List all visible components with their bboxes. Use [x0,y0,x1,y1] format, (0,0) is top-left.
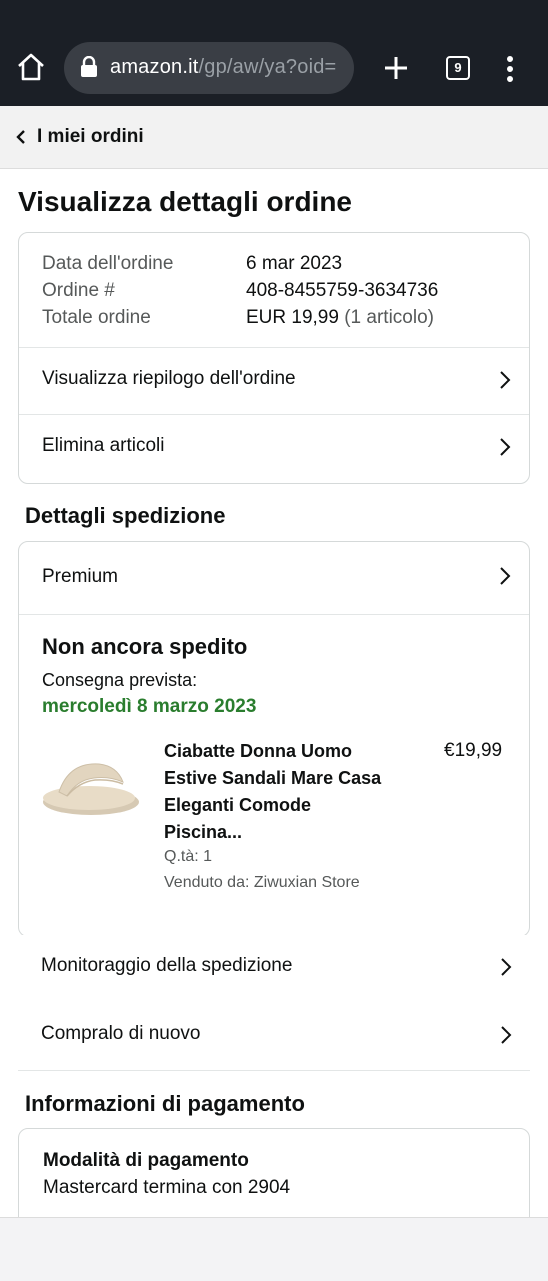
delete-items-label: Elimina articoli [42,435,165,456]
url-bar[interactable]: amazon.it/gp/aw/ya?oid= [64,42,354,94]
buy-again-label: Compralo di nuovo [41,1023,201,1044]
delete-items-link[interactable]: Elimina articoli [19,415,529,481]
shipping-method: Premium [42,566,119,587]
payment-method-label: Modalità di pagamento [43,1150,249,1171]
url-path: /gp/aw/ya?oid= [198,56,337,78]
shipment-status: Non ancora spedito [42,634,248,659]
chevron-right-icon [500,567,511,585]
view-summary-link[interactable]: Visualizza riepilogo dell'ordine [19,348,529,414]
track-shipment-label: Monitoraggio della spedizione [41,955,293,976]
delivery-label: Consegna prevista: [42,670,198,690]
chevron-right-icon [501,958,512,976]
divider [18,1070,530,1071]
tabs-icon[interactable]: 9 [446,56,470,80]
shipping-section-title: Dettagli spedizione [25,503,226,528]
back-label: I miei ordini [37,126,144,147]
product-seller: Venduto da: Ziwuxian Store [164,874,360,891]
total-items: (1 articolo) [344,307,434,328]
payment-method-value: Mastercard termina con 2904 [43,1177,291,1198]
payment-section-title: Informazioni di pagamento [25,1091,305,1116]
tab-count: 9 [454,60,462,75]
chevron-right-icon [501,1026,512,1044]
chevron-right-icon [500,438,511,456]
more-icon[interactable] [503,55,517,83]
url-text[interactable]: amazon.it/gp/aw/ya?oid= [110,56,336,79]
order-date-value: 6 mar 2023 [246,253,343,274]
order-total-value: EUR 19,99 (1 articolo) [246,307,434,329]
product-qty: Q.tà: 1 [164,848,213,865]
product-title[interactable]: Ciabatte Donna Uomo Estive Sandali Mare … [164,738,394,846]
buy-again-link[interactable]: Compralo di nuovo [18,1003,530,1069]
back-to-orders[interactable]: I miei ordini [0,106,548,169]
page-title: Visualizza dettagli ordine [18,186,353,217]
lock-icon [81,56,97,77]
shipping-method-row[interactable]: Premium [19,542,529,614]
browser-toolbar: amazon.it/gp/aw/ya?oid= 9 [0,0,548,106]
track-shipment-link[interactable]: Monitoraggio della spedizione [18,935,530,1001]
divider [19,614,529,615]
order-number-label: Ordine # [42,280,115,301]
plus-icon[interactable] [382,54,410,82]
order-date-label: Data dell'ordine [42,253,174,274]
order-summary-card: Data dell'ordine 6 mar 2023 Ordine # 408… [18,232,530,484]
home-icon[interactable] [16,52,46,82]
chevron-right-icon [500,371,511,389]
view-summary-label: Visualizza riepilogo dell'ordine [42,368,296,389]
shipping-card: Premium Non ancora spedito Consegna prev… [18,541,530,937]
product-image[interactable] [39,752,143,822]
product-price: €19,99 [444,740,503,761]
delivery-date: mercoledì 8 marzo 2023 [42,696,257,717]
bottom-bar [0,1217,548,1281]
chevron-left-icon [16,130,25,144]
order-total-label: Totale ordine [42,307,151,328]
order-number-value: 408-8455759-3634736 [246,280,439,301]
total-amount: EUR 19,99 [246,307,339,328]
url-domain: amazon.it [110,56,199,78]
